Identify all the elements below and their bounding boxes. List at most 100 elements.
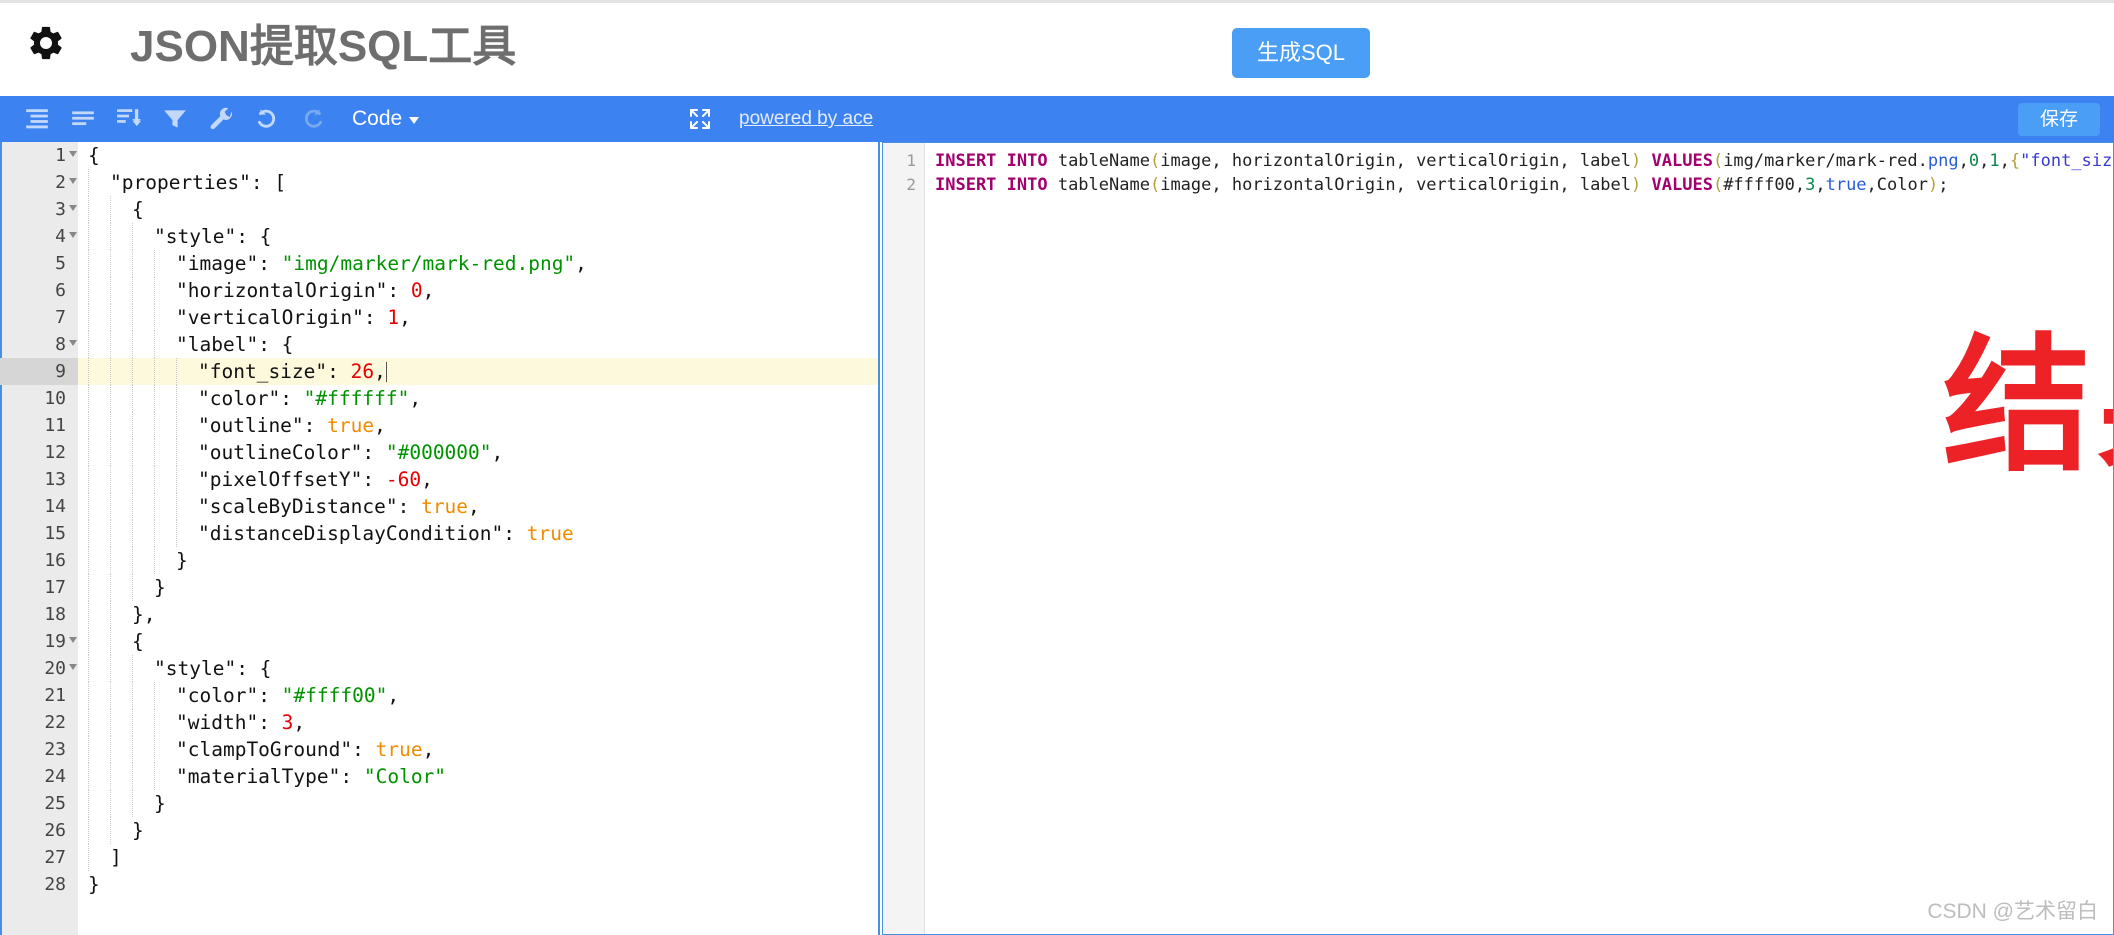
text-cursor bbox=[385, 362, 387, 382]
sql-token: ( bbox=[1712, 151, 1724, 171]
json-token: } bbox=[88, 873, 100, 896]
json-line[interactable]: 28} bbox=[0, 871, 878, 898]
json-line[interactable]: 7 "verticalOrigin": 1, bbox=[0, 304, 878, 331]
format-indent-icon[interactable] bbox=[14, 96, 60, 142]
json-line[interactable]: 24 "materialType": "Color" bbox=[0, 763, 878, 790]
json-line[interactable]: 21 "color": "#ffff00", bbox=[0, 682, 878, 709]
json-line[interactable]: 10 "color": "#ffffff", bbox=[0, 385, 878, 412]
save-button[interactable]: 保存 bbox=[2018, 103, 2100, 136]
json-line-text: "image": "img/marker/mark-red.png", bbox=[78, 250, 587, 277]
indent-guide bbox=[110, 385, 132, 412]
indent-guide bbox=[88, 385, 110, 412]
sql-token: img/marker/mark-red bbox=[1723, 151, 1918, 171]
json-line[interactable]: 4 "style": { bbox=[0, 223, 878, 250]
expand-fullscreen-icon[interactable] bbox=[688, 107, 712, 131]
compact-icon[interactable] bbox=[60, 96, 106, 142]
json-line[interactable]: 12 "outlineColor": "#000000", bbox=[0, 439, 878, 466]
json-token: ] bbox=[110, 846, 122, 869]
json-line[interactable]: 1{ bbox=[0, 142, 878, 169]
json-line-text: "clampToGround": true, bbox=[78, 736, 434, 763]
sql-gutter bbox=[883, 143, 925, 934]
json-line[interactable]: 23 "clampToGround": true, bbox=[0, 736, 878, 763]
transform-wrench-icon[interactable] bbox=[198, 96, 244, 142]
sql-line[interactable]: 1 INSERT INTO tableName(image, horizontal… bbox=[883, 149, 2113, 173]
json-line-text: "pixelOffsetY": -60, bbox=[78, 466, 433, 493]
indent-guide bbox=[88, 439, 110, 466]
fold-caret-icon[interactable] bbox=[69, 178, 77, 184]
json-token: } bbox=[154, 792, 166, 815]
indent-guide bbox=[132, 385, 154, 412]
json-line[interactable]: 14 "scaleByDistance": true, bbox=[0, 493, 878, 520]
json-line-text: "width": 3, bbox=[78, 709, 305, 736]
redo-icon[interactable] bbox=[290, 96, 336, 142]
json-line-number: 14 bbox=[44, 496, 66, 517]
json-token: "clampToGround" bbox=[176, 738, 353, 761]
json-line[interactable]: 26} bbox=[0, 817, 878, 844]
undo-icon[interactable] bbox=[244, 96, 290, 142]
json-line-text: } bbox=[78, 574, 166, 601]
json-line[interactable]: 2 "properties": [ bbox=[0, 169, 878, 196]
sort-icon[interactable] bbox=[106, 96, 152, 142]
indent-guide bbox=[176, 358, 198, 385]
json-line[interactable]: 20 "style": { bbox=[0, 655, 878, 682]
json-token: : { bbox=[258, 333, 294, 356]
json-line[interactable]: 13 "pixelOffsetY": -60, bbox=[0, 466, 878, 493]
json-line[interactable]: 3{ bbox=[0, 196, 878, 223]
sql-token: VALUES bbox=[1651, 175, 1713, 195]
json-token: "font_size" bbox=[198, 360, 328, 383]
json-line[interactable]: 22 "width": 3, bbox=[0, 709, 878, 736]
json-token: } bbox=[176, 549, 188, 572]
sql-line[interactable]: 2 INSERT INTO tableName(image, horizontal… bbox=[883, 173, 2113, 197]
indent-guide bbox=[88, 655, 110, 682]
json-line-text: "font_size": 26, bbox=[78, 358, 878, 385]
sql-code-area[interactable]: 1 INSERT INTO tableName(image, horizontal… bbox=[883, 149, 2113, 197]
json-token: "color" bbox=[198, 387, 281, 410]
indent-guide bbox=[110, 709, 132, 736]
indent-guide bbox=[154, 439, 176, 466]
editor-mode-select[interactable]: Code bbox=[352, 96, 420, 142]
json-input-editor[interactable]: 1{2 "properties": [3{4 "style": {5 "image":… bbox=[0, 142, 880, 935]
indent-guide bbox=[88, 709, 110, 736]
json-line-number: 25 bbox=[44, 793, 66, 814]
json-line[interactable]: 9 "font_size": 26, bbox=[0, 358, 878, 385]
indent-guide bbox=[110, 682, 132, 709]
fold-caret-icon[interactable] bbox=[69, 340, 77, 346]
json-code-area[interactable]: 1{2 "properties": [3{4 "style": {5 "image":… bbox=[0, 142, 878, 935]
chevron-down-icon bbox=[409, 117, 420, 124]
indent-guide bbox=[132, 304, 154, 331]
indent-guide bbox=[88, 547, 110, 574]
fold-caret-icon[interactable] bbox=[69, 664, 77, 670]
json-line[interactable]: 17} bbox=[0, 574, 878, 601]
sql-line-text: INSERT INTO tableName(image, horizontalO… bbox=[925, 149, 2113, 173]
sql-token: , bbox=[1958, 151, 1969, 171]
json-token: true bbox=[421, 495, 469, 518]
json-line[interactable]: 19 { bbox=[0, 628, 878, 655]
indent-guide bbox=[154, 331, 176, 358]
json-line[interactable]: 6 "horizontalOrigin": 0, bbox=[0, 277, 878, 304]
json-token: "horizontalOrigin" bbox=[176, 279, 388, 302]
generate-sql-button[interactable]: 生成SQL bbox=[1232, 28, 1370, 78]
filter-icon[interactable] bbox=[152, 96, 198, 142]
json-line[interactable]: 5 "image": "img/marker/mark-red.png", bbox=[0, 250, 878, 277]
sql-output-editor[interactable]: 1 INSERT INTO tableName(image, horizontal… bbox=[882, 142, 2114, 935]
json-line[interactable]: 15 "distanceDisplayCondition": true bbox=[0, 520, 878, 547]
fold-caret-icon[interactable] bbox=[69, 232, 77, 238]
json-line[interactable]: 16} bbox=[0, 547, 878, 574]
json-line[interactable]: 25} bbox=[0, 790, 878, 817]
json-line-text: "distanceDisplayCondition": true bbox=[78, 520, 574, 547]
fold-caret-icon[interactable] bbox=[69, 151, 77, 157]
indent-guide bbox=[110, 196, 132, 223]
indent-guide bbox=[110, 628, 132, 655]
json-line-text: "color": "#ffff00", bbox=[78, 682, 399, 709]
json-line[interactable]: 27] bbox=[0, 844, 878, 871]
json-line[interactable]: 18}, bbox=[0, 601, 878, 628]
powered-by-ace-link[interactable]: powered by ace bbox=[739, 96, 873, 142]
fold-caret-icon[interactable] bbox=[69, 637, 77, 643]
result-watermark: 结果 bbox=[1943, 324, 2113, 489]
json-token: : { bbox=[236, 225, 272, 248]
json-line[interactable]: 11 "outline": true, bbox=[0, 412, 878, 439]
json-line[interactable]: 8 "label": { bbox=[0, 331, 878, 358]
sql-token: INSERT INTO bbox=[935, 151, 1058, 171]
indent-guide bbox=[88, 250, 110, 277]
fold-caret-icon[interactable] bbox=[69, 205, 77, 211]
